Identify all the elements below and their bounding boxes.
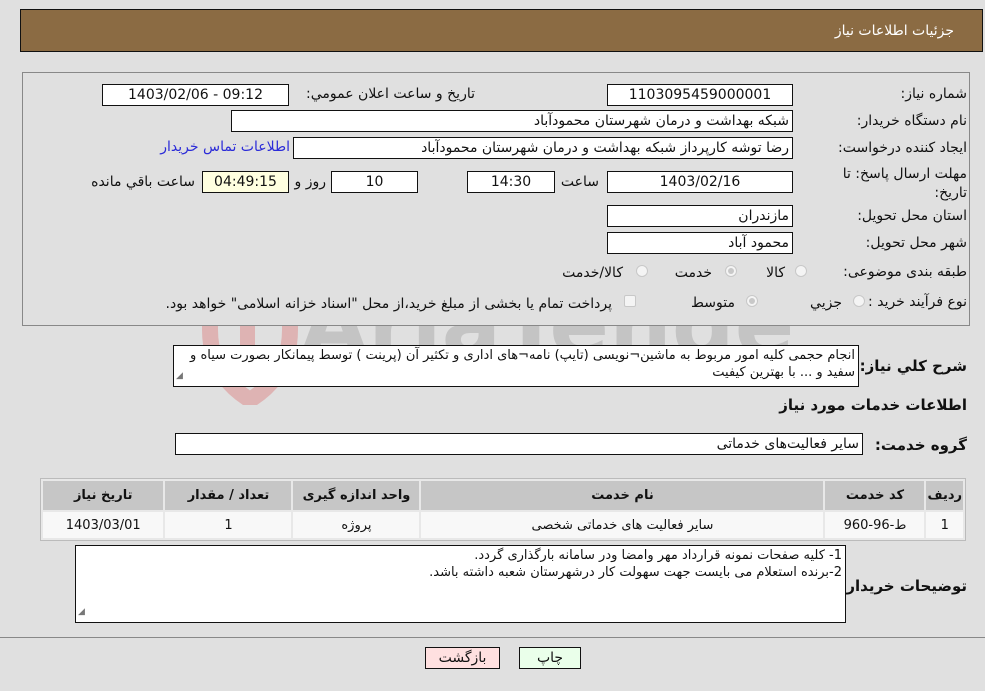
announce-label: تاريخ و ساعت اعلان عمومي: (306, 86, 475, 102)
category-radio-goods-service[interactable] (636, 265, 648, 277)
purchase-option-minor: جزيي (810, 295, 842, 311)
treasury-payment-note: پرداخت تمام يا بخشی از مبلغ خريد،از محل … (165, 296, 612, 312)
category-option-goods: کالا (766, 265, 785, 281)
col-service-code: کد خدمت (825, 481, 925, 510)
buyer-org-field: شبکه بهداشت و درمان شهرستان محمودآباد (231, 110, 793, 132)
category-label: طبقه بندی موضوعی: (843, 264, 967, 280)
category-radio-service[interactable] (725, 265, 737, 277)
service-group-field: ساير فعاليت‌هاى خدماتى (175, 433, 863, 455)
purchase-radio-medium[interactable] (746, 295, 758, 307)
description-label: شرح کلي نياز: (859, 357, 967, 375)
cell-service-code: ط-96-960 (825, 512, 925, 538)
province-label: استان محل تحويل: (857, 208, 967, 224)
deadline-label: مهلت ارسال پاسخ: تا تاريخ: (842, 166, 967, 201)
services-section-title: اطلاعات خدمات مورد نياز (779, 396, 967, 414)
deadline-date-field: 1403/02/16 (607, 171, 793, 193)
remaining-time-field: 04:49:15 (202, 171, 289, 193)
buyer-note-line-1: 1- کلیه صفحات نمونه قرارداد مهر وامضا ود… (474, 548, 842, 563)
need-number-field: 1103095459000001 (607, 84, 793, 106)
resize-grip-icon[interactable]: ◢ (78, 604, 85, 621)
col-quantity: تعداد / مقدار (165, 481, 292, 510)
print-button[interactable]: چاپ (519, 647, 581, 669)
cell-need-date: 1403/03/01 (43, 512, 164, 538)
deadline-time-label: ساعت (560, 174, 599, 190)
days-label: روز و (294, 174, 327, 190)
treasury-payment-checkbox[interactable] (624, 295, 636, 307)
page-title: جزئيات اطلاعات نياز (834, 23, 954, 39)
deadline-time-field: 14:30 (467, 171, 555, 193)
col-unit: واحد اندازه گيری (293, 481, 420, 510)
buyer-notes-label: توضيحات خريدار: (840, 577, 967, 595)
footer-divider (0, 637, 985, 638)
buyer-org-label: نام دستگاه خريدار: (856, 113, 967, 129)
need-number-label: شماره نياز: (900, 86, 968, 102)
col-service-name: نام خدمت (421, 481, 824, 510)
resize-grip-icon[interactable]: ◢ (176, 368, 183, 385)
cell-service-name: ساير فعاليت های خدماتی شخصی (421, 512, 824, 538)
purchase-type-label: نوع فرآيند خريد : (868, 294, 967, 310)
cell-unit: پروژه (293, 512, 420, 538)
cell-row-number: 1 (926, 512, 963, 538)
description-text: انجام حجمی کلیه امور مربوط به ماشین¬نویس… (190, 348, 855, 380)
back-button[interactable]: بازگشت (425, 647, 500, 669)
buyer-notes-textarea[interactable]: 1- کلیه صفحات نمونه قرارداد مهر وامضا ود… (75, 545, 846, 623)
buyer-contact-link[interactable]: اطلاعات تماس خريدار (160, 139, 290, 155)
table-row: 1 ط-96-960 ساير فعاليت های خدماتی شخصی پ… (43, 512, 963, 538)
purchase-option-medium: متوسط (691, 295, 735, 311)
creator-label: ايجاد کننده درخواست: (838, 140, 967, 156)
category-option-goods-service: کالا/خدمت (562, 265, 623, 281)
buyer-note-line-2: 2-برنده استعلام می بایست جهت سهولت کار د… (429, 565, 842, 580)
announce-datetime-field: 1403/02/06 - 09:12 (102, 84, 289, 106)
city-field: محمود آباد (607, 232, 793, 254)
category-option-service: خدمت (674, 265, 712, 281)
remaining-days-field: 10 (331, 171, 418, 193)
services-table: رديف کد خدمت نام خدمت واحد اندازه گيری ت… (40, 478, 966, 541)
creator-field: رضا توشه کارپرداز شبکه بهداشت و درمان شه… (293, 137, 793, 159)
city-label: شهر محل تحويل: (865, 235, 967, 251)
province-field: مازندران (607, 205, 793, 227)
page-header: جزئيات اطلاعات نياز (20, 9, 983, 52)
service-group-label: گروه خدمت: (874, 436, 967, 454)
remaining-time-label: ساعت باقي مانده (91, 174, 195, 190)
category-radio-goods[interactable] (795, 265, 807, 277)
table-header-row: رديف کد خدمت نام خدمت واحد اندازه گيری ت… (43, 481, 963, 510)
description-textarea[interactable]: انجام حجمی کلیه امور مربوط به ماشین¬نویس… (173, 345, 859, 387)
col-need-date: تاريخ نياز (43, 481, 164, 510)
purchase-radio-minor[interactable] (853, 295, 865, 307)
col-row-number: رديف (926, 481, 963, 510)
cell-quantity: 1 (165, 512, 292, 538)
